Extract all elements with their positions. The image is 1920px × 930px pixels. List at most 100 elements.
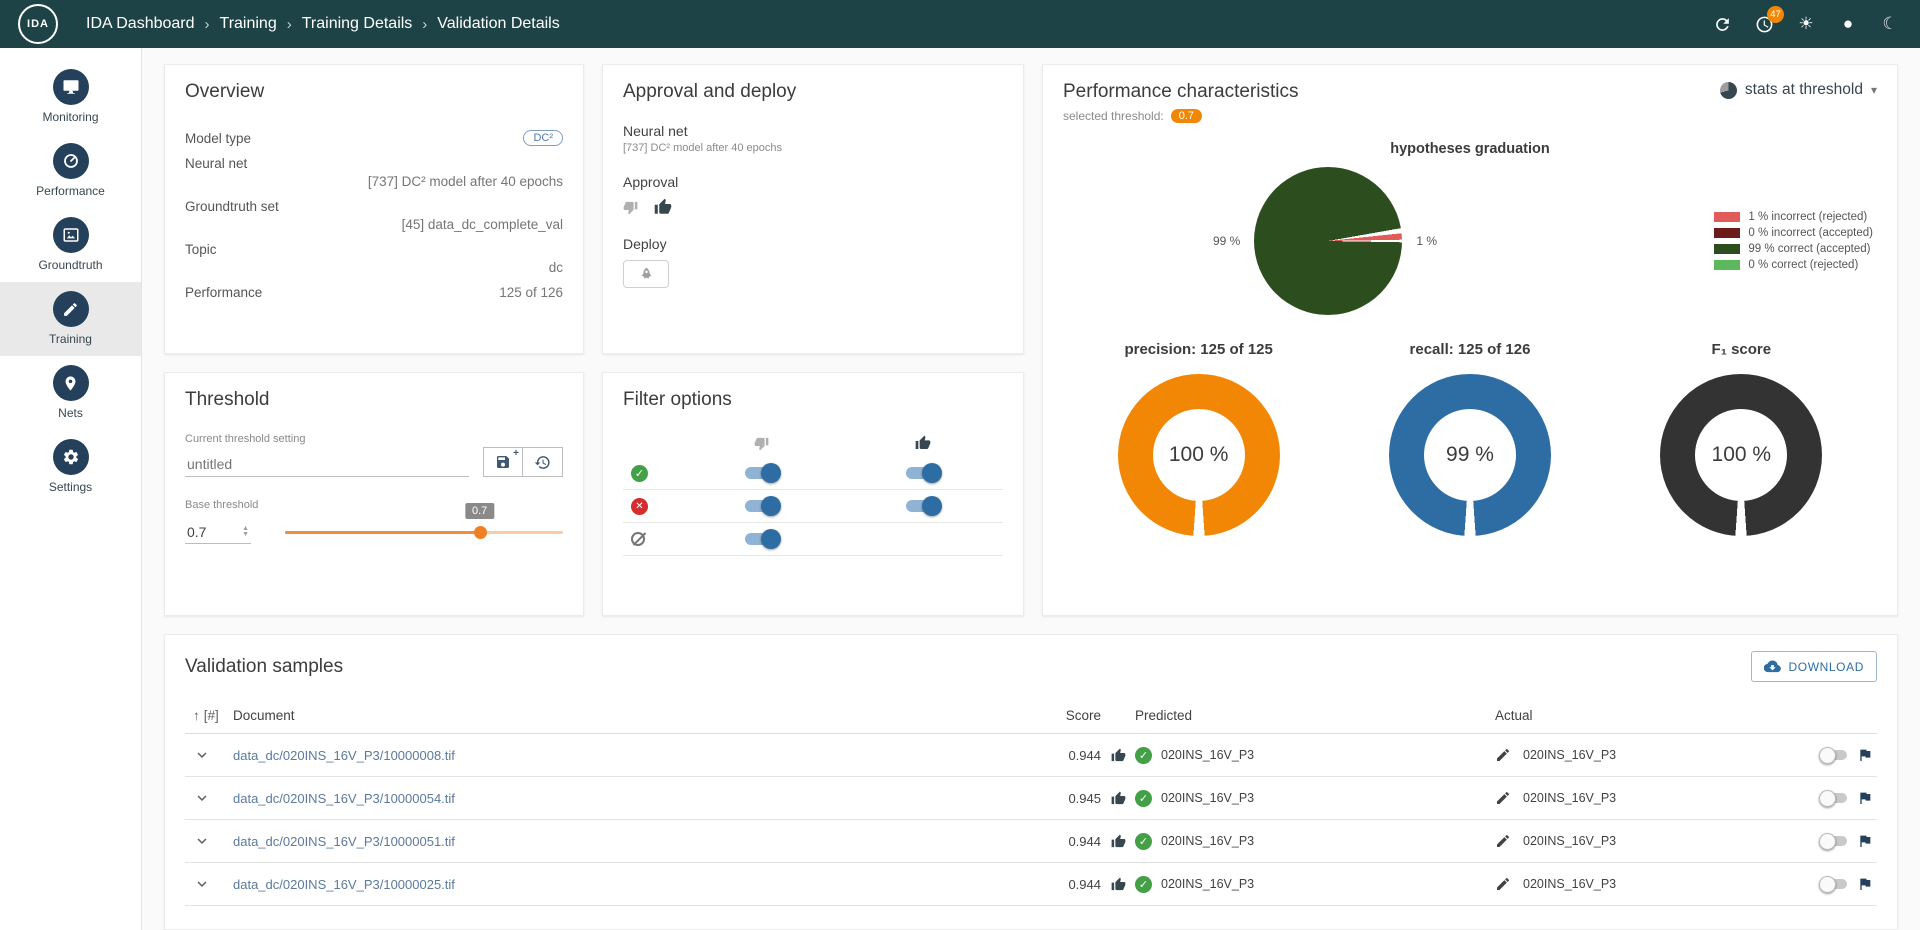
column-actual[interactable]: Actual [1495, 708, 1795, 723]
thumb-up-button[interactable] [654, 198, 672, 216]
chevron-right-icon: › [204, 15, 210, 33]
filter-toggle[interactable] [744, 463, 781, 483]
validation-samples-card: Validation samples DOWNLOAD ↑ [#] Docume… [164, 634, 1898, 930]
field-value: [45] data_dc_complete_val [401, 217, 563, 232]
number-stepper-icon[interactable]: ▲ ▼ [242, 525, 249, 538]
sidebar-item-monitoring[interactable]: Monitoring [0, 60, 141, 134]
column-predicted[interactable]: Predicted [1135, 708, 1495, 723]
threshold-name-input[interactable] [185, 452, 469, 477]
slider-handle[interactable] [473, 526, 487, 539]
notifications-button[interactable]: 47 [1752, 6, 1784, 36]
donut-title: recall: 125 of 126 [1409, 341, 1531, 358]
column-score[interactable]: Score [1011, 708, 1101, 723]
breadcrumb-ida-dashboard[interactable]: IDA Dashboard [86, 15, 195, 33]
breadcrumb-training[interactable]: Training [220, 15, 277, 33]
threshold-history-button[interactable] [523, 447, 563, 477]
pie-chart-icon [1719, 81, 1737, 99]
filter-toggle[interactable] [905, 463, 942, 483]
field-value: 125 of 126 [499, 285, 563, 300]
validation-samples-title: Validation samples [185, 655, 344, 677]
document-link[interactable]: data_dc/020INS_16V_P3/10000025.tif [233, 877, 455, 892]
legend-swatch [1714, 244, 1741, 254]
score-value: 0.944 [1068, 876, 1101, 892]
row-toggle[interactable] [1819, 876, 1847, 893]
thumb-down-button[interactable] [623, 200, 638, 215]
thumb-up-icon [1111, 877, 1126, 892]
download-button[interactable]: DOWNLOAD [1750, 651, 1877, 682]
expand-row-icon[interactable] [193, 832, 211, 850]
block-icon [631, 532, 645, 546]
theme-auto-button[interactable]: ● [1836, 12, 1860, 36]
row-toggle[interactable] [1819, 833, 1847, 850]
document-link[interactable]: data_dc/020INS_16V_P3/10000054.tif [233, 791, 455, 806]
column-document[interactable]: Document [233, 708, 1011, 723]
donut-chart: 100 % [1117, 374, 1280, 536]
selected-threshold-label: selected threshold: [1063, 109, 1164, 123]
flag-icon[interactable] [1857, 747, 1873, 763]
table-row: data_dc/020INS_16V_P3/10000008.tif 0.944… [185, 734, 1877, 777]
base-threshold-label: Base threshold [185, 499, 259, 511]
flag-icon[interactable] [1857, 876, 1873, 892]
theme-light-button[interactable]: ☀ [1794, 12, 1818, 36]
sidebar-item-training[interactable]: Training [0, 282, 141, 356]
ida-logo[interactable]: IDA [18, 4, 58, 44]
base-threshold-input[interactable]: 0.7 ▲ ▼ [185, 521, 251, 544]
expand-row-icon[interactable] [193, 875, 211, 893]
sort-asc-icon[interactable]: ↑ [193, 708, 200, 723]
flag-icon[interactable] [1857, 790, 1873, 806]
predicted-value: 020INS_16V_P3 [1161, 877, 1255, 891]
performance-characteristics-card: Performance characteristics selected thr… [1042, 64, 1898, 616]
sidebar-item-settings[interactable]: Settings [0, 430, 141, 504]
field-value: [737] DC² model after 40 epochs [367, 174, 563, 189]
refresh-button[interactable] [1710, 12, 1734, 36]
expand-row-icon[interactable] [193, 746, 211, 764]
check-circle-icon: ✓ [1135, 789, 1152, 807]
document-link[interactable]: data_dc/020INS_16V_P3/10000008.tif [233, 748, 455, 763]
row-toggle[interactable] [1819, 790, 1847, 807]
legend-swatch [1714, 260, 1741, 270]
filter-options-title: Filter options [623, 389, 732, 410]
pie-label-left: 99 % [1213, 234, 1241, 248]
threshold-title: Threshold [185, 389, 270, 410]
neural-net-value: [737] DC² model after 40 epochs [623, 142, 782, 154]
edit-icon[interactable] [1495, 747, 1511, 763]
sidebar-item-label: Groundtruth [38, 258, 103, 272]
sidebar-item-label: Performance [36, 184, 105, 198]
recall-donut: recall: 125 of 126 99 % [1334, 341, 1605, 536]
legend-label: 1 % incorrect (rejected) [1748, 211, 1868, 223]
edit-icon[interactable] [1495, 833, 1511, 849]
field-label: Topic [185, 242, 217, 257]
edit-icon[interactable] [1495, 790, 1511, 806]
field-label: Performance [185, 285, 263, 300]
stats-mode-dropdown[interactable]: stats at threshold ▾ [1719, 81, 1877, 99]
legend-label: 0 % correct (rejected) [1748, 259, 1859, 271]
moon-icon: ☾ [1882, 14, 1898, 33]
deploy-button[interactable] [623, 260, 669, 288]
expand-row-icon[interactable] [193, 789, 211, 807]
stats-mode-label: stats at threshold [1744, 81, 1863, 98]
document-link[interactable]: data_dc/020INS_16V_P3/10000051.tif [233, 834, 455, 849]
edit-icon[interactable] [1495, 876, 1511, 892]
notification-badge: 47 [1767, 6, 1784, 23]
sidebar-item-nets[interactable]: Nets [0, 356, 141, 430]
legend-swatch [1714, 212, 1741, 222]
sidebar-item-performance[interactable]: Performance [0, 134, 141, 208]
thumb-up-icon [1111, 834, 1126, 849]
threshold-slider[interactable]: 0.7 [285, 503, 563, 547]
filter-toggle[interactable] [744, 496, 781, 516]
filter-toggle[interactable] [905, 496, 942, 516]
row-toggle[interactable] [1819, 747, 1847, 764]
table-row: data_dc/020INS_16V_P3/10000025.tif 0.944… [185, 863, 1877, 906]
donut-value: 100 % [1168, 443, 1229, 466]
approval-deploy-card: Approval and deploy Neural net [737] DC²… [602, 64, 1024, 354]
chevron-right-icon: › [422, 15, 428, 33]
filter-toggle[interactable] [744, 529, 781, 549]
current-threshold-setting-label: Current threshold setting [185, 433, 306, 445]
legend-item: 99 % correct (accepted) [1714, 243, 1873, 255]
sidebar-item-groundtruth[interactable]: Groundtruth [0, 208, 141, 282]
flag-icon[interactable] [1857, 833, 1873, 849]
theme-dark-button[interactable]: ☾ [1878, 12, 1902, 36]
save-threshold-button[interactable]: + [483, 447, 523, 477]
column-index[interactable]: [#] [204, 708, 219, 723]
breadcrumb-training-details[interactable]: Training Details [302, 15, 413, 33]
